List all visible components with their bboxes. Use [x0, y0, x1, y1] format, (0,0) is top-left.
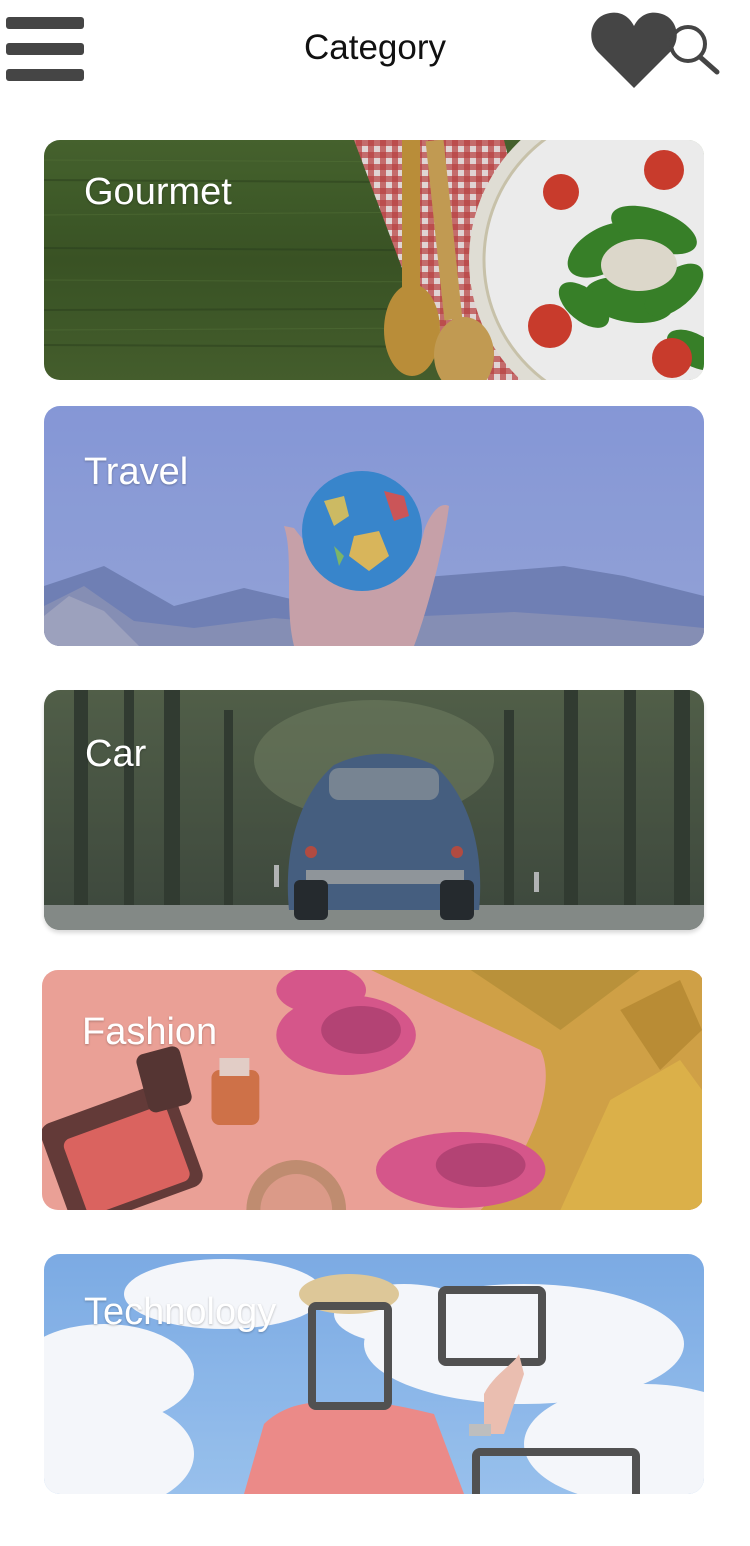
category-card-fashion[interactable]: Fashion: [42, 970, 704, 1210]
category-screen: Category Gourmet Travel Car Fashion Tech…: [0, 0, 750, 1546]
category-card-technology[interactable]: Technology: [44, 1254, 704, 1494]
tulips-and-makeup-photo: [42, 970, 702, 1210]
search-button[interactable]: [666, 22, 720, 76]
category-label: Technology: [84, 1291, 277, 1333]
search-icon: [669, 25, 720, 75]
category-card-travel[interactable]: Travel: [44, 406, 704, 646]
category-label: Car: [85, 733, 147, 775]
category-card-gourmet[interactable]: Gourmet: [44, 140, 704, 380]
blue-beetle-car-forest-road-photo: [44, 690, 704, 930]
category-card-car[interactable]: Car: [44, 690, 704, 930]
category-label: Gourmet: [84, 171, 232, 213]
app-header: Category: [0, 0, 750, 100]
hand-holding-globe-photo: [44, 406, 704, 646]
category-label: Fashion: [82, 1011, 218, 1053]
category-label: Travel: [84, 451, 189, 493]
